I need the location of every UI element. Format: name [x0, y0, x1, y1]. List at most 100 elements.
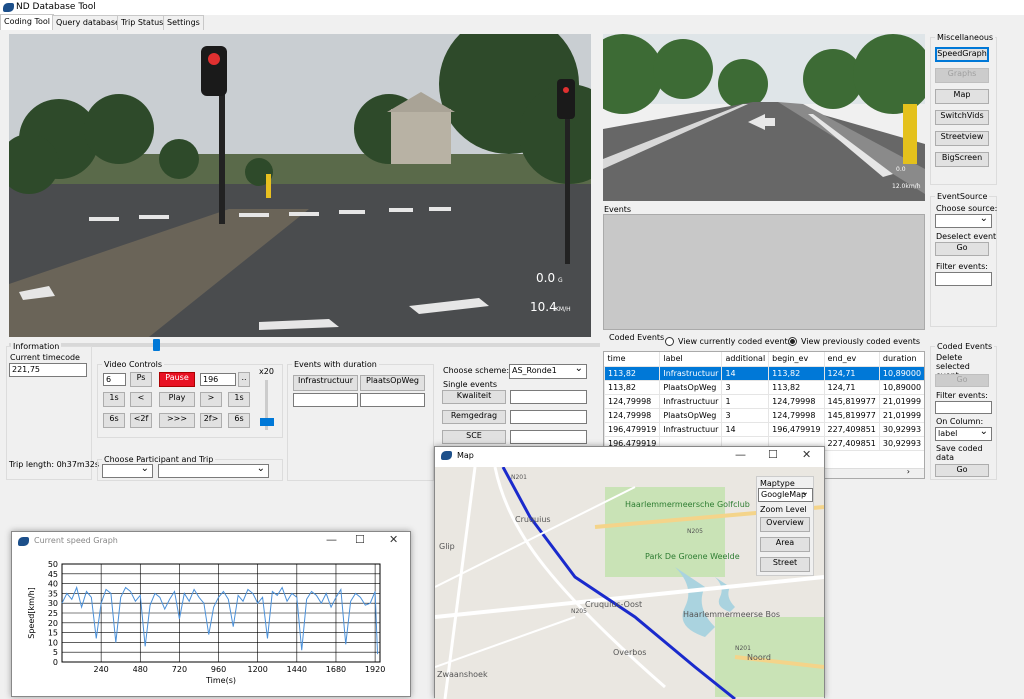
frame-browse-button[interactable]: ..	[238, 372, 250, 387]
map-button[interactable]: Map	[935, 89, 989, 104]
back-1s-button[interactable]: 1s	[103, 392, 125, 407]
table-row[interactable]: 124,79998 Infrastructuur 1 124,79998 145,819…	[604, 393, 924, 409]
radio-current-events-label: View currently coded events	[678, 337, 792, 346]
table-row[interactable]: 113,82 PlaatsOpWeg 3 113,82 124,71 10,89000	[604, 379, 924, 395]
tab-trip-status[interactable]: Trip Status	[117, 15, 168, 30]
seek-handle[interactable]	[152, 339, 160, 351]
col-begin-ev[interactable]: begin_ev	[768, 352, 825, 366]
road-label: N205	[687, 528, 703, 535]
scheme-select[interactable]: AS_Ronde1	[509, 364, 587, 379]
table-row[interactable]: 113,82 Infrastructuur 14 113,82 124,71 10,890…	[604, 365, 924, 381]
step-input[interactable]: 6	[103, 373, 126, 386]
sce-value[interactable]	[510, 430, 587, 444]
sce-button[interactable]: SCE	[442, 430, 506, 444]
place-label: Haarlemmermeersche Golfclub	[625, 500, 750, 509]
events-panel[interactable]	[603, 214, 925, 330]
close-icon[interactable]: ✕	[802, 448, 811, 461]
radio-previous-events[interactable]	[788, 337, 797, 346]
remgedrag-button[interactable]: Remgedrag	[442, 410, 506, 424]
participant-select[interactable]	[102, 464, 153, 478]
maptype-select[interactable]: GoogleMap	[758, 488, 813, 502]
back-frame-button[interactable]: <	[130, 392, 152, 407]
back-6s-button[interactable]: 6s	[103, 413, 125, 428]
speedgraph-button[interactable]: SpeedGraph	[935, 47, 989, 62]
cell: Infrastructuur	[659, 421, 723, 437]
graphs-button[interactable]: Graphs	[935, 68, 989, 83]
y-axis-label: Speed[km/h]	[27, 587, 36, 639]
y-tick-label: 0	[53, 658, 58, 667]
coded-filter-input[interactable]	[935, 401, 992, 414]
switchvids-button[interactable]: SwitchVids	[935, 110, 989, 125]
kwaliteit-value[interactable]	[510, 390, 587, 404]
col-time[interactable]: time	[604, 352, 661, 366]
side-video[interactable]: 0.0 12.0km/h	[603, 34, 925, 201]
x-tick-label: 1440	[287, 665, 307, 674]
tab-query-database[interactable]: Query database	[52, 15, 124, 30]
x-axis-label: Time(s)	[205, 676, 236, 685]
cell: 10,89000	[878, 379, 924, 395]
cell: 3	[721, 407, 770, 423]
cell: 30,92993	[878, 435, 924, 451]
table-row[interactable]: 196,479919 Infrastructuur 14 196,479919 227,…	[604, 421, 924, 437]
cell: 196,479919	[604, 421, 661, 437]
kwaliteit-button[interactable]: Kwaliteit	[442, 390, 506, 404]
zoom-street-button[interactable]: Street	[760, 557, 810, 572]
infrastructuur-value[interactable]	[293, 393, 358, 407]
map-window-icon	[441, 451, 452, 460]
minimize-icon[interactable]: —	[735, 448, 746, 461]
zoom-overview-button[interactable]: Overview	[760, 517, 810, 532]
infrastructuur-button[interactable]: Infrastructuur	[293, 375, 358, 391]
deselect-go-button[interactable]: Go	[935, 242, 989, 256]
remgedrag-value[interactable]	[510, 410, 587, 424]
zoom-level-label: Zoom Level	[760, 505, 807, 514]
choose-source-label: Choose source:	[936, 204, 998, 213]
information-title: Information	[11, 342, 62, 351]
pause-button[interactable]: Pause	[159, 372, 195, 387]
plaatsopweg-button[interactable]: PlaatsOpWeg	[360, 375, 425, 391]
col-duration[interactable]: duration	[879, 352, 924, 366]
table-row[interactable]: 124,79998 PlaatsOpWeg 3 124,79998 145,819977…	[604, 407, 924, 423]
forward-2f-button[interactable]: 2f>	[200, 413, 222, 428]
forward-1s-button[interactable]: 1s	[228, 392, 250, 407]
maximize-icon[interactable]: ☐	[768, 448, 778, 461]
cell: 3	[721, 379, 770, 395]
y-tick-label: 35	[48, 589, 58, 598]
close-icon[interactable]: ✕	[389, 533, 398, 546]
current-timecode-field[interactable]: 221,75	[9, 363, 87, 377]
fast-forward-button[interactable]: >>>	[159, 413, 195, 428]
col-end-ev[interactable]: end_ev	[824, 352, 880, 366]
delete-go-button[interactable]: Go	[935, 374, 989, 387]
ps-button[interactable]: Ps	[130, 372, 152, 387]
scroll-right-icon[interactable]: ›	[907, 467, 910, 476]
tab-settings[interactable]: Settings	[163, 15, 204, 30]
plaatsopweg-value[interactable]	[360, 393, 425, 407]
single-events-label: Single events	[443, 380, 498, 389]
trip-select[interactable]	[158, 464, 269, 478]
seek-track[interactable]	[9, 343, 600, 347]
forward-frame-button[interactable]: >	[200, 392, 222, 407]
save-go-button[interactable]: Go	[935, 464, 989, 477]
bigscreen-button[interactable]: BigScreen	[935, 152, 989, 167]
col-label[interactable]: label	[659, 352, 723, 366]
minimize-icon[interactable]: —	[326, 533, 337, 546]
maximize-icon[interactable]: ☐	[355, 533, 365, 546]
app-logo-icon	[3, 3, 14, 12]
radio-current-events[interactable]	[665, 337, 674, 346]
speed-slider-handle[interactable]	[260, 418, 274, 426]
frame-input[interactable]: 196	[200, 373, 236, 386]
filter-events-input[interactable]	[935, 272, 992, 286]
tab-coding-tool[interactable]: Coding Tool	[0, 14, 55, 30]
cell: 113,82	[768, 379, 825, 395]
back-2f-button[interactable]: <2f	[130, 413, 152, 428]
col-additional[interactable]: additional	[721, 352, 770, 366]
video-overlay-speed1-unit: G	[558, 277, 563, 284]
main-video[interactable]: 0.0 G 10.4 KM/H	[9, 34, 591, 337]
play-button[interactable]: Play	[159, 392, 195, 407]
video-overlay-speed1: 0.0	[536, 271, 555, 285]
zoom-area-button[interactable]: Area	[760, 537, 810, 552]
column-select[interactable]: label	[935, 427, 992, 441]
choose-scheme-label: Choose scheme:	[443, 366, 510, 375]
source-select[interactable]	[935, 214, 992, 228]
streetview-button[interactable]: Streetview	[935, 131, 989, 146]
forward-6s-button[interactable]: 6s	[228, 413, 250, 428]
